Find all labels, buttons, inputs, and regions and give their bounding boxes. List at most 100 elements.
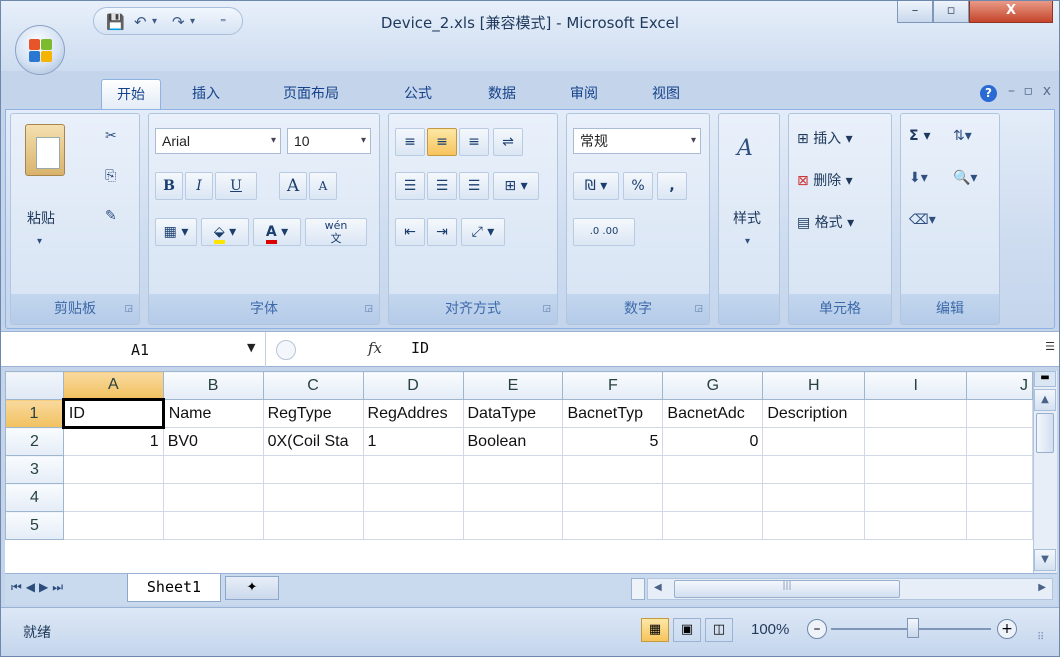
row-header[interactable]: 5 [5, 511, 64, 540]
clear-icon[interactable]: ⌫▾ [909, 212, 936, 228]
horizontal-scroll-thumb[interactable]: ||| [674, 580, 900, 598]
expand-formula-bar-icon[interactable]: ☰ [1045, 340, 1055, 353]
cell[interactable] [864, 455, 968, 484]
cell[interactable] [762, 511, 866, 540]
cell[interactable]: BacnetAdc [662, 399, 764, 428]
cell-a1[interactable]: ID [61, 398, 165, 429]
cell[interactable]: 1 [62, 427, 164, 456]
column-header[interactable]: H [762, 371, 866, 400]
scroll-left-icon[interactable]: ◀ [654, 582, 662, 593]
close-button[interactable]: X [969, 1, 1053, 23]
orientation-button[interactable]: ⤢ ▾ [461, 218, 505, 246]
cell[interactable] [462, 511, 564, 540]
cell[interactable] [864, 399, 968, 428]
column-header[interactable]: F [562, 371, 664, 400]
fill-color-button[interactable]: ⬙ ▾ [201, 218, 249, 246]
zoom-in-icon[interactable]: + [997, 619, 1017, 639]
borders-button[interactable]: ▦ ▾ [155, 218, 197, 246]
row-header[interactable]: 2 [5, 427, 64, 456]
cell[interactable] [62, 511, 164, 540]
insert-cells-button[interactable]: ⊞ 插入 ▾ [797, 128, 853, 148]
cell[interactable] [162, 483, 264, 512]
sort-filter-icon[interactable]: ⇅▾ [953, 128, 972, 144]
cell[interactable]: RegAddres [362, 399, 464, 428]
cell[interactable] [864, 483, 968, 512]
cell[interactable] [262, 455, 364, 484]
font-color-button[interactable]: A ▾ [253, 218, 301, 246]
cell[interactable] [762, 427, 866, 456]
select-all-corner[interactable] [5, 371, 64, 400]
column-header[interactable]: D [362, 371, 464, 400]
number-format-select[interactable]: 常规 ▾ [573, 128, 701, 154]
paste-icon[interactable] [25, 124, 65, 176]
cell[interactable]: 0 [662, 427, 764, 456]
name-box[interactable]: A1 [3, 336, 263, 364]
paste-dropdown-icon[interactable]: ▾ [37, 236, 42, 247]
restore-button[interactable]: ▫ [933, 1, 969, 23]
cell[interactable] [562, 511, 664, 540]
page-break-view-icon[interactable]: ◫ [705, 618, 733, 642]
scroll-right-icon[interactable]: ▶ [1038, 582, 1046, 593]
split-box-icon[interactable]: ▬ [1034, 371, 1056, 387]
cell[interactable] [462, 483, 564, 512]
grow-font-button[interactable]: A [279, 172, 307, 200]
vertical-scroll-thumb[interactable] [1036, 413, 1054, 453]
page-layout-view-icon[interactable]: ▣ [673, 618, 701, 642]
bold-button[interactable]: B [155, 172, 183, 200]
column-header[interactable]: J [966, 371, 1033, 400]
cell[interactable] [162, 511, 264, 540]
comma-button[interactable]: , [657, 172, 687, 200]
scroll-down-icon[interactable]: ▼ [1034, 549, 1056, 571]
cell[interactable] [966, 427, 1033, 456]
font-dialog-launcher-icon[interactable]: ◲ [364, 304, 373, 314]
insert-function-icon[interactable]: fx [368, 339, 382, 357]
copy-icon[interactable]: ⎘ [105, 168, 116, 184]
underline-button[interactable]: U [215, 172, 257, 200]
ribbon-close-icon[interactable]: x [1043, 83, 1051, 99]
italic-button[interactable]: I [185, 172, 213, 200]
minimize-button[interactable]: – [897, 1, 933, 23]
autosum-button[interactable]: Σ ▾ [909, 128, 930, 144]
cell[interactable] [662, 511, 764, 540]
increase-indent-button[interactable]: ⇥ [427, 218, 457, 246]
styles-group[interactable]: A 样式 ▾ [718, 113, 780, 325]
row-header[interactable]: 4 [5, 483, 64, 512]
sheet-tab-sheet1[interactable]: Sheet1 [127, 574, 221, 602]
column-header[interactable]: I [864, 371, 968, 400]
align-left-button[interactable]: ☰ [395, 172, 425, 200]
cell[interactable] [262, 511, 364, 540]
format-painter-icon[interactable]: ✎ [105, 208, 117, 224]
cell[interactable]: 5 [562, 427, 664, 456]
format-cells-button[interactable]: ▤ 格式 ▾ [797, 212, 854, 232]
decimal-buttons[interactable]: .0 .00 [573, 218, 635, 246]
row-header[interactable]: 3 [5, 455, 64, 484]
cut-icon[interactable]: ✂ [105, 128, 117, 144]
decrease-indent-button[interactable]: ⇤ [395, 218, 425, 246]
cell[interactable] [662, 483, 764, 512]
tab-home[interactable]: 开始 [101, 79, 161, 109]
tab-review[interactable]: 审阅 [559, 79, 609, 109]
align-right-button[interactable]: ☰ [459, 172, 489, 200]
paste-button[interactable]: 粘贴 [27, 208, 55, 228]
cell[interactable]: BacnetTyp [562, 399, 664, 428]
cell[interactable]: RegType [262, 399, 364, 428]
percent-button[interactable]: % [623, 172, 653, 200]
cell[interactable] [966, 483, 1033, 512]
ribbon-restore-icon[interactable]: ▫ [1024, 83, 1034, 99]
cell[interactable] [362, 455, 464, 484]
align-top-button[interactable]: ≡ [395, 128, 425, 156]
zoom-slider-thumb[interactable] [907, 618, 919, 638]
cell[interactable] [864, 511, 968, 540]
office-button[interactable] [15, 25, 65, 75]
tab-view[interactable]: 视图 [641, 79, 691, 109]
cell[interactable] [362, 511, 464, 540]
zoom-out-icon[interactable]: – [807, 619, 827, 639]
cell[interactable] [162, 455, 264, 484]
cell[interactable] [562, 455, 664, 484]
cell[interactable] [462, 455, 564, 484]
cell[interactable] [864, 427, 968, 456]
cell[interactable] [62, 483, 164, 512]
row-header[interactable]: 1 [5, 399, 64, 428]
find-select-icon[interactable]: 🔍▾ [953, 170, 977, 186]
ribbon-minimize-icon[interactable]: – [1008, 83, 1015, 99]
